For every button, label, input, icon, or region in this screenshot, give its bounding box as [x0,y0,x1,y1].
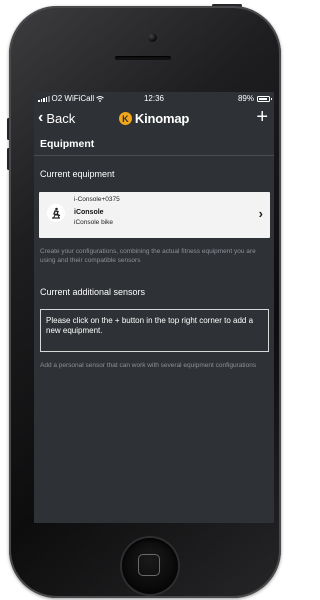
equipment-info: i-Console+0375 iConsole iConsole bike [74,196,120,226]
battery-fill [259,97,267,100]
battery-icon [257,95,272,102]
equipment-type: iConsole bike [74,219,114,226]
home-square-icon [138,554,160,576]
equipment-card[interactable]: i-Console+0375 iConsole iConsole bike › [39,192,270,238]
phone-mockup: O2 WiFiCall 12:36 89% ‹ Back K Kinomap +… [0,0,286,600]
exercise-bike-icon [47,204,65,222]
additional-sensors-heading: Current additional sensors [40,287,146,297]
equipment-name: iConsole [74,209,104,216]
nav-bar: ‹ Back K Kinomap + [34,106,274,132]
sensors-help-text: Add a personal sensor that can work with… [40,362,257,369]
app-screen: O2 WiFiCall 12:36 89% ‹ Back K Kinomap +… [34,92,274,523]
current-equipment-heading: Current equipment [40,169,115,179]
earpiece-speaker [115,56,171,60]
sensors-empty-message: Please click on the + button in the top … [40,309,269,352]
logo-text: Kinomap [134,111,190,126]
status-right: 89% [237,94,272,103]
app-logo: K Kinomap [34,111,274,126]
chevron-right-icon: › [258,206,263,221]
add-button[interactable]: + [256,107,268,127]
battery-percent: 89% [237,94,254,103]
status-bar: O2 WiFiCall 12:36 89% [34,92,274,106]
front-camera [148,33,157,42]
kinomap-logo-icon: K [118,112,132,125]
title-divider [34,155,274,156]
bike-glyph [52,207,61,219]
equipment-id: i-Console+0375 [74,196,120,203]
page-title: Equipment [40,138,95,150]
home-button[interactable] [122,538,178,594]
equipment-help-text: Create your configurations, combining th… [40,248,256,264]
